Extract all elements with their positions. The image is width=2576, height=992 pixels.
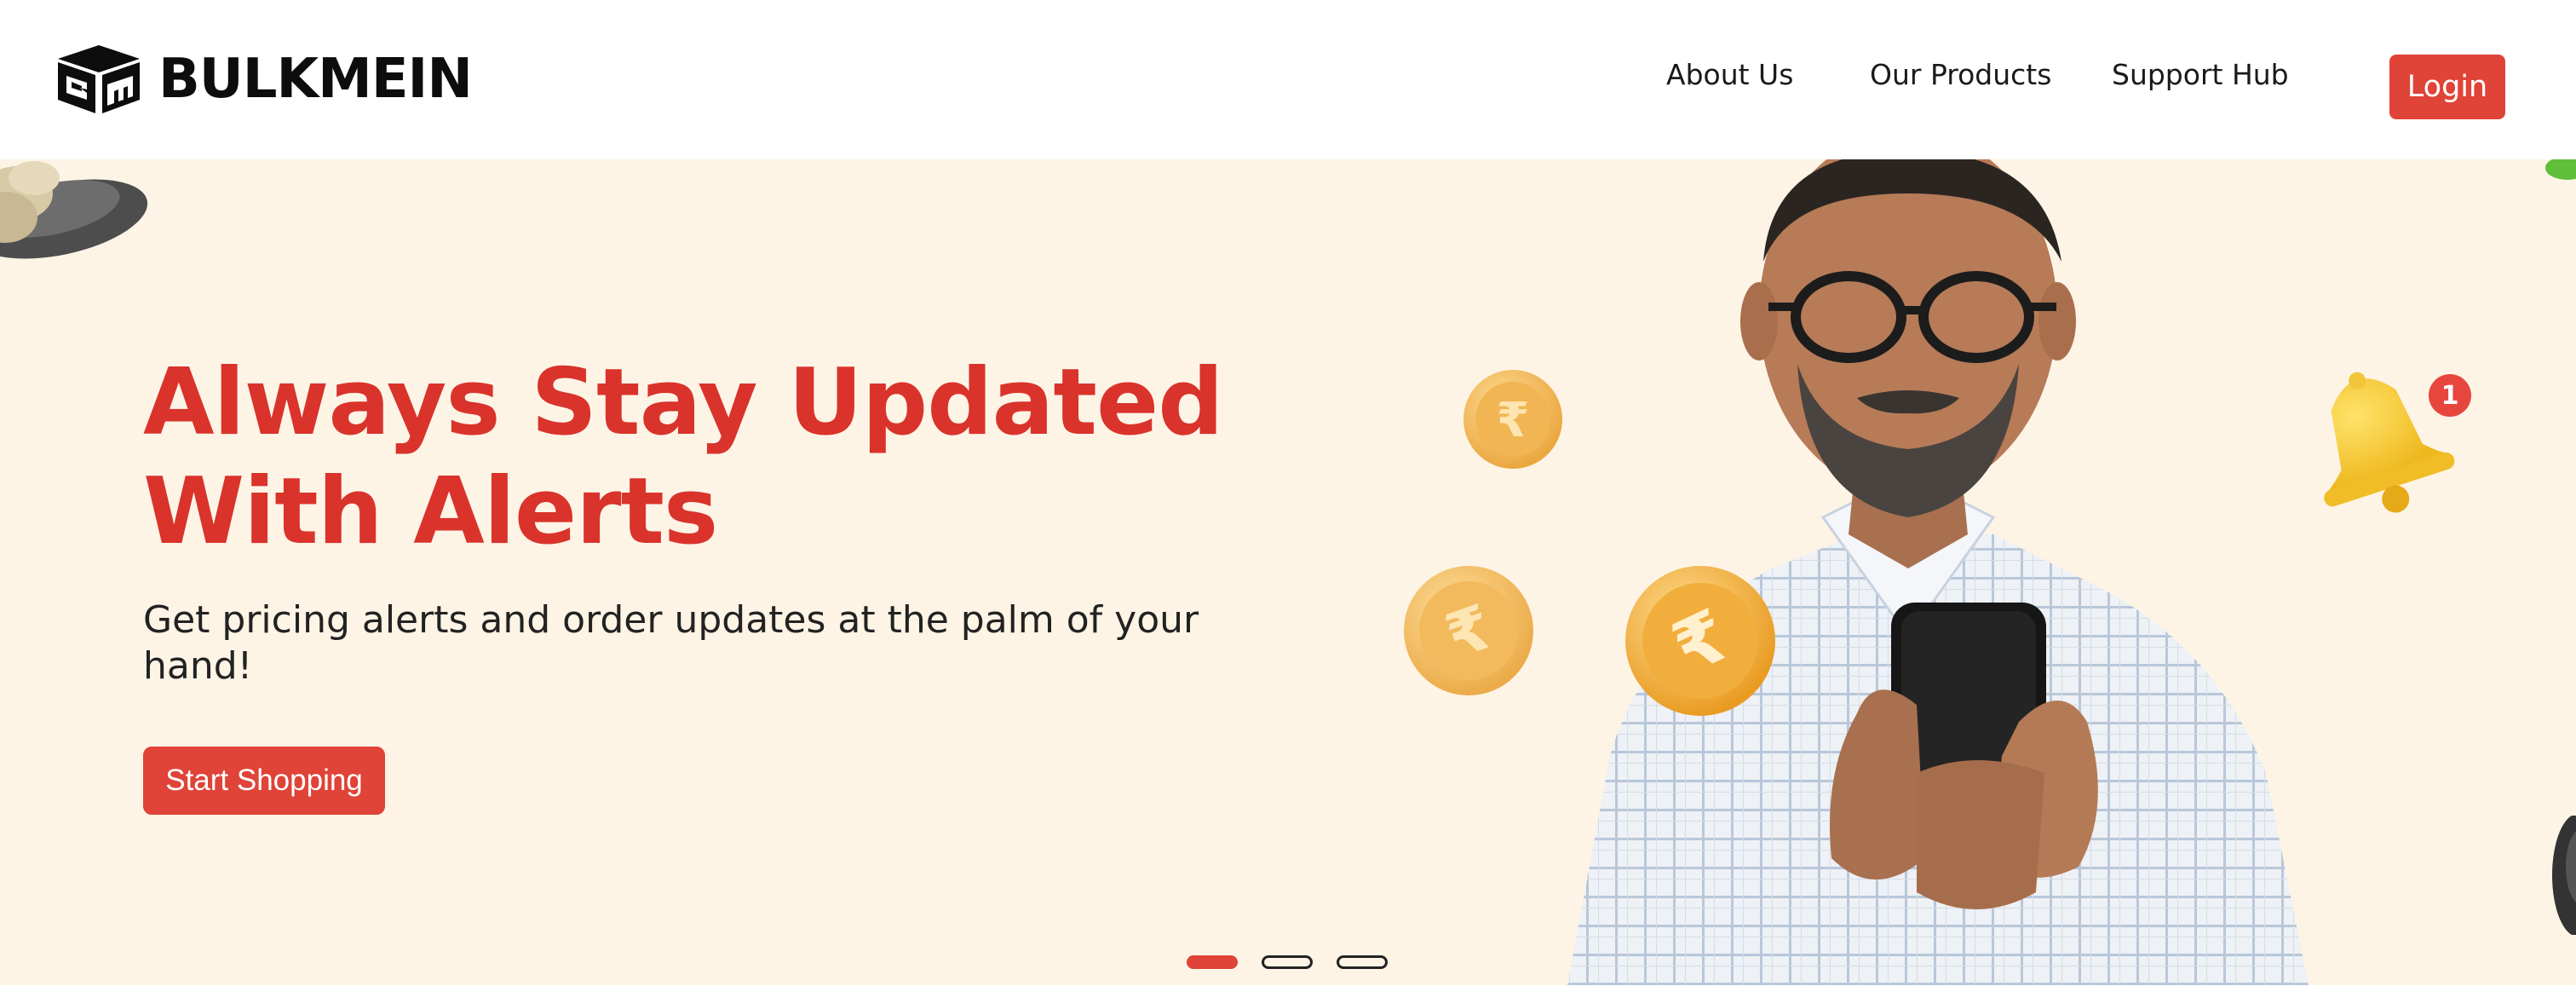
rupee-coin-icon: ₹ [1404, 566, 1533, 695]
hero-title: Always Stay Updated With Alerts [143, 349, 1251, 567]
bm-box-logo-icon [58, 45, 140, 113]
hero-subtitle: Get pricing alerts and order updates at … [143, 598, 1199, 688]
nav-about-us[interactable]: About Us [1666, 58, 1793, 91]
nav-support-hub[interactable]: Support Hub [2112, 58, 2289, 91]
login-button[interactable]: Login [2389, 55, 2505, 119]
carousel-dot-2[interactable] [1262, 955, 1313, 969]
carousel-dot-3[interactable] [1337, 955, 1388, 969]
spoon-food-decoration-icon [0, 161, 148, 259]
carousel-dot-1-active[interactable] [1187, 955, 1238, 969]
start-shopping-button[interactable]: Start Shopping [143, 747, 385, 815]
hero-title-line-1: Always Stay Updated [143, 349, 1224, 456]
hero-title-line-2: With Alerts [143, 459, 718, 565]
site-header: BULKMEIN About Us Our Products Support H… [0, 0, 2576, 159]
hero-banner: Always Stay Updated With Alerts Get pric… [0, 159, 2576, 985]
leaf-decoration-icon [2545, 159, 2576, 180]
brand-name: BULKMEIN [158, 48, 473, 111]
brand-logo[interactable]: BULKMEIN [55, 43, 473, 116]
nav-our-products[interactable]: Our Products [1870, 58, 2051, 91]
dark-food-decoration-icon [2552, 816, 2576, 935]
notification-count-badge: 1 [2429, 374, 2471, 417]
rupee-coin-icon: ₹ [1625, 566, 1775, 716]
